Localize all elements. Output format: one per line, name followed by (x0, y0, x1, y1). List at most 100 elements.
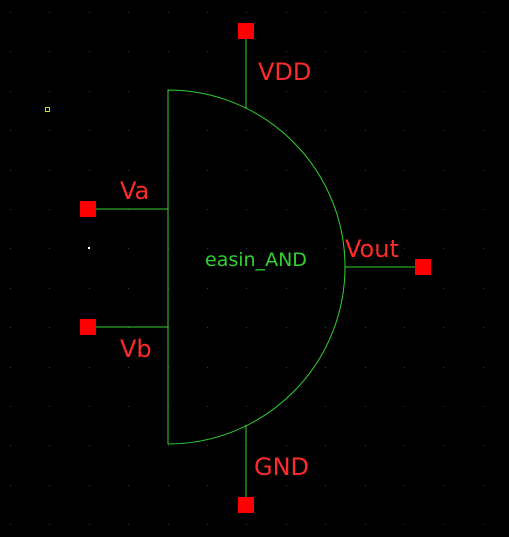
grid-dot (246, 170, 247, 171)
origin-dot (88, 247, 90, 249)
grid-dot (365, 406, 366, 407)
grid-dot (365, 524, 366, 525)
grid-dot (10, 485, 11, 486)
grid-dot (286, 524, 287, 525)
grid-dot (128, 248, 129, 249)
grid-dot (49, 51, 50, 52)
grid-dot (483, 367, 484, 368)
grid-dot (10, 288, 11, 289)
grid-dot (89, 91, 90, 92)
grid-dot (207, 288, 208, 289)
grid-dot (404, 130, 405, 131)
grid-dot (286, 91, 287, 92)
grid-dot (483, 209, 484, 210)
grid-dot (325, 91, 326, 92)
grid-dot (483, 327, 484, 328)
va-pin-terminal[interactable] (80, 201, 96, 217)
grid-dot (325, 367, 326, 368)
grid-dot (365, 445, 366, 446)
grid-dot (325, 288, 326, 289)
grid-dot (365, 485, 366, 486)
grid-dot (404, 248, 405, 249)
grid-dot (483, 248, 484, 249)
grid-dot (286, 130, 287, 131)
grid-dot (49, 91, 50, 92)
grid-dot (443, 91, 444, 92)
grid-dot (128, 288, 129, 289)
vdd-pin-terminal[interactable] (238, 23, 254, 39)
grid-dot (325, 406, 326, 407)
grid-dot (443, 12, 444, 13)
grid-dot (128, 406, 129, 407)
grid-dot (49, 327, 50, 328)
grid-dot (483, 170, 484, 171)
grid-dot (404, 406, 405, 407)
grid-dot (483, 12, 484, 13)
grid-dot (404, 170, 405, 171)
grid-dot (246, 367, 247, 368)
grid-dot (207, 485, 208, 486)
grid-dot (10, 248, 11, 249)
grid-dot (404, 445, 405, 446)
grid-dot (89, 367, 90, 368)
grid-dot (325, 12, 326, 13)
vb-label: Vb (120, 335, 152, 363)
grid-dot (10, 327, 11, 328)
gnd-pin-terminal[interactable] (238, 497, 254, 513)
grid-dot (168, 485, 169, 486)
grid-dot (365, 170, 366, 171)
schematic-canvas[interactable]: easin_AND VDD Va Vb Vout GND (0, 0, 509, 537)
grid-dot (89, 130, 90, 131)
grid-dot (443, 367, 444, 368)
grid-dot (325, 248, 326, 249)
grid-dot (443, 406, 444, 407)
grid-dot (89, 445, 90, 446)
grid-dot (443, 327, 444, 328)
grid-dot (404, 367, 405, 368)
grid-dot (365, 91, 366, 92)
grid-dot (365, 288, 366, 289)
grid-dot (483, 288, 484, 289)
grid-dot (365, 327, 366, 328)
grid-dot (365, 51, 366, 52)
grid-dot (128, 445, 129, 446)
grid-dot (325, 524, 326, 525)
grid-dot (483, 485, 484, 486)
grid-dot (207, 130, 208, 131)
grid-dot (325, 170, 326, 171)
grid-dot (404, 12, 405, 13)
grid-dot (286, 327, 287, 328)
grid-dot (49, 209, 50, 210)
grid-dot (49, 12, 50, 13)
grid-dot (49, 170, 50, 171)
grid-dot (404, 91, 405, 92)
grid-dot (483, 51, 484, 52)
grid-dot (404, 51, 405, 52)
grid-dot (49, 248, 50, 249)
grid-dot (325, 327, 326, 328)
grid-dot (483, 130, 484, 131)
vout-pin-terminal[interactable] (415, 259, 431, 275)
grid-dot (10, 406, 11, 407)
grid-dot (128, 91, 129, 92)
grid-dot (443, 445, 444, 446)
grid-dot (404, 327, 405, 328)
grid-dot (246, 406, 247, 407)
grid-dot (286, 406, 287, 407)
grid-dot (246, 130, 247, 131)
grid-dot (207, 367, 208, 368)
grid-dot (443, 524, 444, 525)
vb-pin-terminal[interactable] (80, 319, 96, 335)
grid-dot (365, 12, 366, 13)
grid-dot (10, 367, 11, 368)
grid-dot (286, 367, 287, 368)
grid-dot (286, 445, 287, 446)
grid-dot (10, 130, 11, 131)
grid-dot (207, 170, 208, 171)
grid-dot (128, 170, 129, 171)
grid-dot (128, 130, 129, 131)
grid-dot (443, 288, 444, 289)
grid-dot (89, 524, 90, 525)
grid-dot (246, 209, 247, 210)
grid-dot (325, 51, 326, 52)
